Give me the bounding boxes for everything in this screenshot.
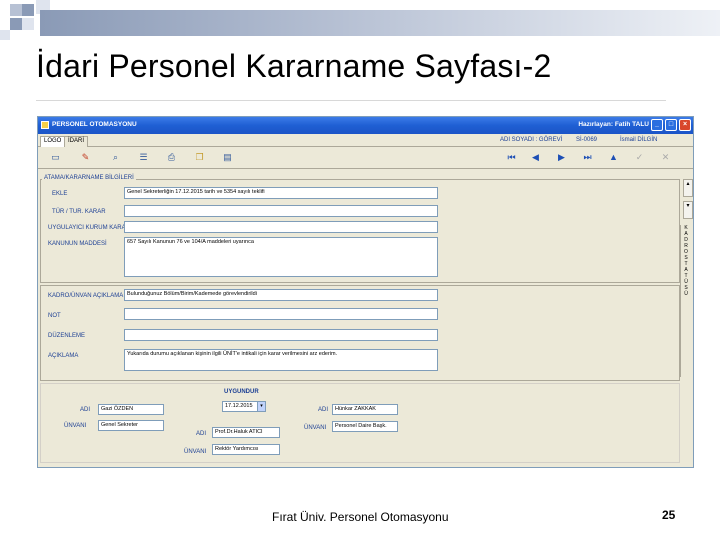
save-icon[interactable]: ▲ xyxy=(608,152,619,163)
scroll-down-icon[interactable]: ▾ xyxy=(683,201,693,219)
right-title-input[interactable]: Personel Daire Başk. xyxy=(332,421,398,432)
scroll-up-icon[interactable]: ▴ xyxy=(683,179,693,197)
field-label-tur-karar: TÜR / TUR. KARAR xyxy=(52,209,106,215)
window-titlebar[interactable]: PERSONEL OTOMASYONU Hazırlayan: Fatih TA… xyxy=(38,117,693,134)
right-name-label: ADI xyxy=(318,407,329,413)
tab-logo[interactable]: LOGO xyxy=(40,136,66,147)
uygulayici-input[interactable] xyxy=(124,221,438,233)
duzenleme-input[interactable] xyxy=(124,329,438,341)
prev-icon[interactable]: ◀ xyxy=(530,152,541,163)
kadro-aciklama-input[interactable]: Bulunduğunuz Bölüm/Birim/Kademede görevl… xyxy=(124,289,438,301)
list-icon[interactable]: ☰ xyxy=(138,152,149,163)
chevron-down-icon[interactable]: ▾ xyxy=(257,402,265,411)
vertical-tab-letter: Ü xyxy=(684,291,688,297)
search-icon[interactable]: ⌕ xyxy=(110,152,121,163)
slide-footer: Fırat Üniv. Personel Otomasyonu xyxy=(272,510,449,524)
confirm-icon[interactable]: ✓ xyxy=(634,152,645,163)
decor-gradient-bar xyxy=(40,10,720,36)
middle-title-label: ÜNVANI xyxy=(184,449,207,455)
decor-square xyxy=(22,18,34,30)
field-label-kadro: KADRO/ÜNVAN AÇIKLAMA xyxy=(48,293,124,299)
print-icon[interactable]: ⎙ xyxy=(166,152,177,163)
aciklama-input[interactable]: Yukarıda durumu açıklanan kişinin ilgili… xyxy=(124,349,438,371)
left-title-label: ÜNVANI xyxy=(64,423,87,429)
paste-icon[interactable]: ▤ xyxy=(222,152,233,163)
info-name: İsmail DİLGİN xyxy=(620,137,658,143)
uygundur-label: UYGUNDUR xyxy=(224,389,259,395)
page-number: 25 xyxy=(662,508,676,522)
right-title-label: ÜNVANI xyxy=(304,425,327,431)
date-value: 17.12.2015 xyxy=(225,403,253,409)
date-select[interactable]: 17.12.2015 ▾ xyxy=(222,401,266,412)
first-icon[interactable]: ⏮ xyxy=(506,152,517,163)
decor-square xyxy=(0,30,10,40)
middle-name-input[interactable]: Prof.Dr.Haluk ATICI xyxy=(212,427,280,438)
middle-title-input[interactable]: Rektör Yardımcısı xyxy=(212,444,280,455)
field-label-kanun: KANUNUN MADDESİ xyxy=(48,241,107,247)
left-name-input[interactable]: Gazi ÖZDEN xyxy=(98,404,164,415)
field-label-not: NOT xyxy=(48,313,61,319)
decor-square xyxy=(22,4,34,16)
section-label: ATAMA/KARARNAME BİLGİLERİ xyxy=(42,175,136,181)
edit-icon[interactable]: ✎ xyxy=(80,152,91,163)
left-title-input[interactable]: Genel Sekreter xyxy=(98,420,164,431)
tur-karar-input[interactable] xyxy=(124,205,438,217)
app-icon xyxy=(41,121,49,129)
maximize-icon[interactable]: □ xyxy=(665,119,677,131)
tab-row: LOGO İDARİ ADI SOYADI : GÖREVİ Sİ-0069 İ… xyxy=(38,134,693,147)
not-input[interactable] xyxy=(124,308,438,320)
new-icon[interactable]: ▭ xyxy=(50,152,61,163)
window-title: PERSONEL OTOMASYONU xyxy=(52,121,137,128)
info-title-label: ADI SOYADI : GÖREVİ xyxy=(500,137,563,143)
last-icon[interactable]: ⏭ xyxy=(582,152,593,163)
tab-idari[interactable]: İDARİ xyxy=(64,136,89,147)
copy-icon[interactable]: ❐ xyxy=(194,152,205,163)
ekle-input[interactable]: Genel Sekreterliğin 17.12.2015 tarih ve … xyxy=(124,187,438,199)
field-label-uygulayici: UYGULAYICI KURUM KARAR xyxy=(48,225,130,231)
minimize-icon[interactable]: _ xyxy=(651,119,663,131)
close-icon[interactable]: × xyxy=(679,119,691,131)
slide-title: İdari Personel Kararname Sayfası-2 xyxy=(36,48,552,84)
middle-name-label: ADI xyxy=(196,431,207,437)
window-user: Hazırlayan: Fatih TALU xyxy=(578,121,649,128)
left-name-label: ADI xyxy=(80,407,91,413)
field-label-duzenleme: DÜZENLEME xyxy=(48,333,86,339)
info-sicil: Sİ-0069 xyxy=(576,137,598,143)
decor-square xyxy=(10,4,22,16)
field-label-aciklama: AÇIKLAMA xyxy=(48,353,79,359)
next-icon[interactable]: ▶ xyxy=(556,152,567,163)
field-label-ekle: EKLE xyxy=(52,191,68,197)
title-divider xyxy=(36,100,666,101)
vertical-tab-kadro-statusu[interactable]: K A D R O S T A T Ü S Ü xyxy=(680,225,691,377)
slide-decoration xyxy=(0,0,720,48)
app-window: PERSONEL OTOMASYONU Hazırlayan: Fatih TA… xyxy=(37,116,694,468)
kanun-maddesi-input[interactable]: 657 Sayılı Kanunun 76 ve 104/A maddeleri… xyxy=(124,237,438,277)
decor-square xyxy=(10,18,22,30)
right-name-input[interactable]: Hünkar ZAKKAK xyxy=(332,404,398,415)
cancel-icon[interactable]: ✕ xyxy=(660,152,671,163)
toolbar: ▭ ✎ ⌕ ☰ ⎙ ❐ ▤ ⏮ ◀ ▶ ⏭ ▲ ✓ ✕ xyxy=(38,147,693,169)
